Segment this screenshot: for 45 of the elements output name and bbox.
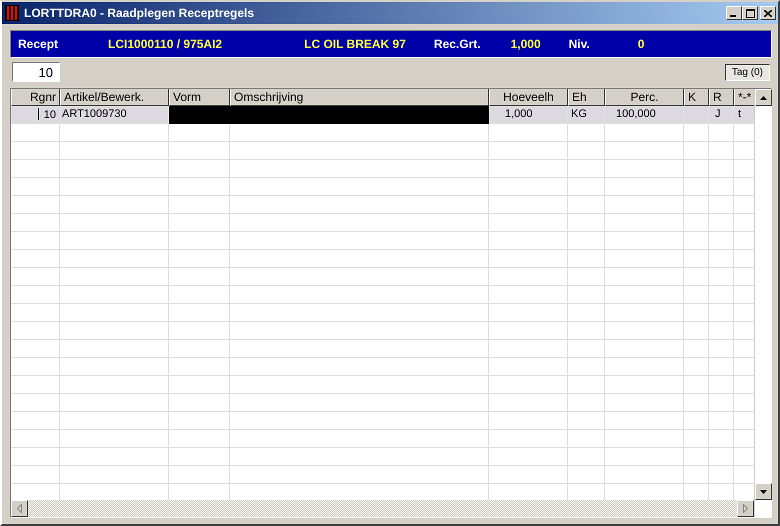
scroll-left-button[interactable] (11, 500, 28, 517)
header-text: Rec.Grt. (434, 37, 481, 51)
column-header[interactable]: Hoeveelh (489, 89, 568, 106)
header-text: LC OIL BREAK 97 (304, 37, 406, 51)
scroll-up-button[interactable] (755, 89, 772, 106)
table-cell: J (709, 106, 734, 124)
scroll-right-button[interactable] (737, 500, 754, 517)
minimize-button[interactable] (726, 6, 742, 20)
column-header[interactable]: Perc. (605, 89, 684, 106)
column-header[interactable]: K (684, 89, 709, 106)
column-header[interactable]: Vorm (169, 89, 230, 106)
header-text: 0 (638, 37, 644, 51)
column-header[interactable]: R (709, 89, 734, 106)
header-text: LCI1000110 / 975AI2 (108, 37, 222, 51)
close-button[interactable] (760, 6, 776, 20)
column-header[interactable]: Omschrijving (230, 89, 489, 106)
table-cell: 1,000 (489, 106, 568, 124)
text-cursor (38, 108, 39, 120)
window-title: LORTTDRA0 - Raadplegen Receptregels (24, 6, 254, 20)
scroll-down-button[interactable] (755, 483, 772, 500)
tag-button[interactable]: Tag (0) (724, 64, 770, 80)
up-arrow-icon (760, 96, 767, 100)
maximize-button[interactable] (742, 6, 758, 20)
horizontal-scrollbar[interactable] (11, 500, 754, 517)
header-text: 1,000 (510, 37, 541, 51)
table-cell: ART1009730 (60, 106, 169, 124)
close-icon (764, 10, 772, 16)
column-header[interactable]: Artikel/Bewerk. (60, 89, 169, 106)
app-icon (5, 5, 19, 21)
maximize-icon (746, 8, 754, 18)
column-header[interactable]: Rgnr (11, 89, 60, 106)
right-arrow-icon (743, 504, 748, 513)
table-cell: KG (568, 106, 605, 124)
left-arrow-icon (17, 504, 22, 513)
down-arrow-icon (760, 490, 767, 494)
header-text: Recept (18, 37, 58, 51)
vertical-scrollbar[interactable] (754, 89, 771, 517)
line-number-field[interactable]: 10 (12, 62, 60, 82)
column-header[interactable]: Eh (568, 89, 605, 106)
table-cell: t (734, 106, 754, 124)
column-header[interactable]: *-* (734, 89, 754, 106)
header-text: Niv. (568, 37, 590, 51)
table-cell (684, 106, 709, 124)
table-cell: 10 (11, 106, 60, 124)
table-cell: 100,000 (605, 106, 684, 124)
